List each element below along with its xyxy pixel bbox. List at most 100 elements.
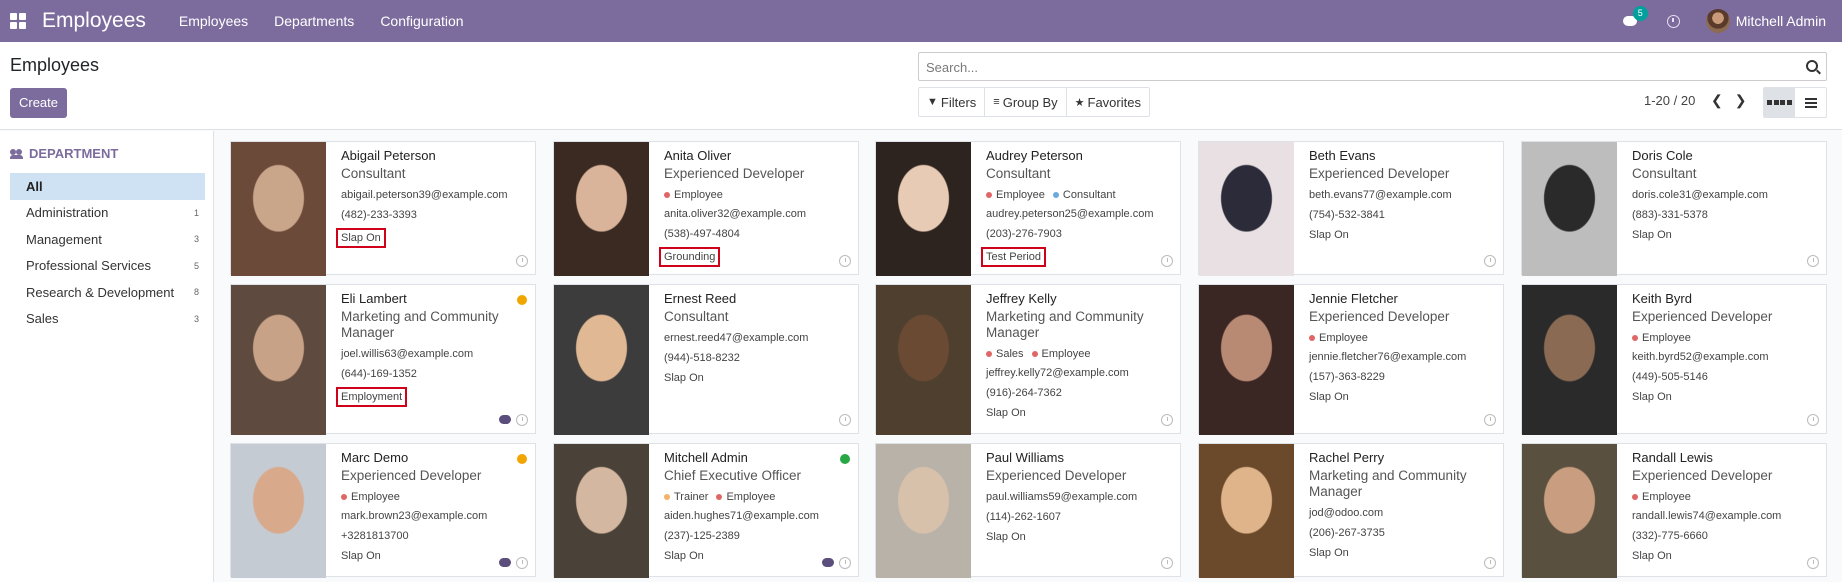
employee-job-title: Consultant — [341, 166, 406, 181]
sidebar-item-professional-services[interactable]: Professional Services 5 — [10, 253, 205, 280]
message-icon[interactable] — [499, 415, 511, 424]
tag-label: Employee — [996, 189, 1045, 201]
employee-stage: Grounding — [659, 247, 721, 267]
employee-phone: (944)-518-8232 — [664, 352, 740, 364]
pager-previous-icon[interactable]: ❮ — [1711, 92, 1723, 109]
bars-icon: ≡ — [993, 96, 1000, 108]
employee-info: Anita Oliver Experienced Developer Employe… — [659, 147, 850, 267]
chat-badge: 5 — [1632, 6, 1648, 21]
employee-photo — [231, 285, 326, 435]
employee-phone: (482)-233-3393 — [341, 209, 417, 221]
activity-clock-icon[interactable] — [516, 557, 528, 569]
menu-configuration[interactable]: Configuration — [380, 13, 463, 29]
search-icon[interactable] — [1806, 60, 1818, 72]
menu-departments[interactable]: Departments — [274, 13, 354, 29]
sidebar-item-research-development[interactable]: Research & Development 8 — [10, 279, 205, 306]
employee-card[interactable]: Abigail Peterson Consultant abigail.peters… — [230, 141, 536, 276]
activity-clock-icon[interactable] — [1484, 557, 1496, 569]
employee-card[interactable]: Randall Lewis Experienced Developer Employ… — [1521, 443, 1827, 578]
group-by-button[interactable]: ≡ Group By — [985, 88, 1067, 116]
activity-clock-icon[interactable] — [1161, 255, 1173, 267]
activity-clock-icon[interactable] — [1484, 414, 1496, 426]
employee-stage-row: Slap On — [1309, 390, 1495, 404]
sidebar-item-administration[interactable]: Administration 1 — [10, 200, 205, 227]
avatar[interactable] — [1705, 9, 1730, 33]
employee-phone: (114)-262-1607 — [986, 511, 1062, 523]
activity-clock-icon[interactable] — [1484, 255, 1496, 267]
menu-employees[interactable]: Employees — [179, 13, 248, 29]
employee-stage-row: Slap On — [336, 228, 527, 248]
sidebar-item-sales[interactable]: Sales 3 — [10, 306, 205, 333]
search-placeholder: Search... — [926, 60, 979, 75]
employee-email: jennie.fletcher76@example.com — [1309, 351, 1467, 363]
employee-card[interactable]: Anita Oliver Experienced Developer Employe… — [553, 141, 859, 276]
filters-button[interactable]: ▼ Filters — [919, 88, 986, 116]
activity-clock-icon[interactable] — [1807, 557, 1819, 569]
employee-card[interactable]: Marc Demo Experienced Developer Employee ma… — [230, 443, 536, 578]
employee-photo — [554, 285, 649, 435]
employee-card[interactable]: Paul Williams Experienced Developer paul.w… — [875, 443, 1181, 578]
pager-value[interactable]: 1-20 / 20 — [1644, 93, 1695, 108]
employee-card[interactable]: Keith Byrd Experienced Developer Employee k… — [1521, 284, 1827, 435]
activity-clock-icon[interactable] — [516, 414, 528, 426]
employee-photo — [876, 285, 971, 435]
message-icon[interactable] — [499, 558, 511, 567]
sidebar-item-management[interactable]: Management 3 — [10, 226, 205, 253]
sidebar-item-all[interactable]: All — [10, 173, 205, 200]
employee-stage: Slap On — [336, 228, 386, 248]
activity-clock-icon[interactable] — [1807, 414, 1819, 426]
employee-card[interactable]: Eli Lambert Marketing and Community Manag… — [230, 284, 536, 435]
employee-stage: Slap On — [1632, 550, 1672, 562]
employee-stage: Slap On — [1632, 391, 1672, 403]
sidebar-item-label: Administration — [26, 205, 109, 221]
kanban-view-button[interactable] — [1764, 88, 1795, 117]
apps-menu-icon[interactable] — [10, 13, 26, 29]
employee-phone: (916)-264-7362 — [986, 387, 1062, 399]
employee-email: keith.byrd52@example.com — [1632, 351, 1769, 363]
employee-name: Paul Williams — [986, 450, 1065, 465]
employee-photo — [1199, 444, 1294, 578]
employee-card[interactable]: Beth Evans Experienced Developer beth.evan… — [1198, 141, 1504, 276]
activity-clock-icon[interactable] — [1161, 557, 1173, 569]
employee-card[interactable]: Jeffrey Kelly Marketing and Community Man… — [875, 284, 1181, 435]
activity-clock-icon[interactable] — [1666, 14, 1680, 28]
activity-clock-icon[interactable] — [839, 557, 851, 569]
employee-job-title: Marketing and Community Manager — [1309, 468, 1467, 499]
tag-label: Employee — [726, 491, 776, 503]
department-list: All Administration 1 Management 3 Professi… — [10, 173, 205, 332]
activity-clock-icon[interactable] — [516, 255, 528, 267]
pager-next-icon[interactable]: ❯ — [1735, 92, 1747, 109]
employee-tags: Trainer Employee — [664, 491, 850, 503]
employee-stage: Slap On — [986, 407, 1026, 419]
employee-card[interactable]: Jennie Fletcher Experienced Developer Empl… — [1198, 284, 1504, 435]
user-menu[interactable]: Mitchell Admin — [1736, 13, 1826, 29]
list-view-button[interactable] — [1795, 88, 1826, 117]
chat-icon[interactable]: 5 — [1622, 6, 1648, 28]
employee-stage: Employment — [336, 387, 408, 407]
employee-card[interactable]: Doris Cole Consultant doris.cole31@example… — [1521, 141, 1827, 276]
employee-info: Eli Lambert Marketing and Community Manag… — [336, 290, 527, 407]
activity-clock-icon[interactable] — [839, 255, 851, 267]
favorites-button[interactable]: ★ Favorites — [1067, 88, 1149, 116]
search-input[interactable]: Search... — [918, 52, 1827, 81]
tag-color-dot — [664, 494, 670, 500]
employee-card[interactable]: Mitchell Admin Chief Executive Officer Tra… — [553, 443, 859, 578]
employee-stage-row: Employment — [336, 387, 527, 407]
employee-card[interactable]: Ernest Reed Consultant ernest.reed47@examp… — [553, 284, 859, 435]
message-icon[interactable] — [822, 558, 834, 567]
employee-card[interactable]: Rachel Perry Marketing and Community Mana… — [1198, 443, 1504, 578]
employee-stage: Slap On — [1632, 229, 1672, 241]
employee-photo — [876, 444, 971, 578]
users-icon — [10, 148, 24, 159]
sidebar-item-label: Sales — [26, 311, 59, 327]
activity-clock-icon[interactable] — [1807, 255, 1819, 267]
app-brand[interactable]: Employees — [42, 9, 146, 33]
create-button[interactable]: Create — [10, 88, 67, 118]
activity-clock-icon[interactable] — [839, 414, 851, 426]
employee-card[interactable]: Audrey Peterson Consultant Employee Consult… — [875, 141, 1181, 276]
employee-tags: Employee — [1632, 491, 1818, 503]
employee-tag: Employee — [1031, 348, 1090, 360]
employee-job-title: Marketing and Community Manager — [986, 309, 1144, 340]
tag-label: Employee — [1642, 332, 1691, 344]
activity-clock-icon[interactable] — [1161, 414, 1173, 426]
